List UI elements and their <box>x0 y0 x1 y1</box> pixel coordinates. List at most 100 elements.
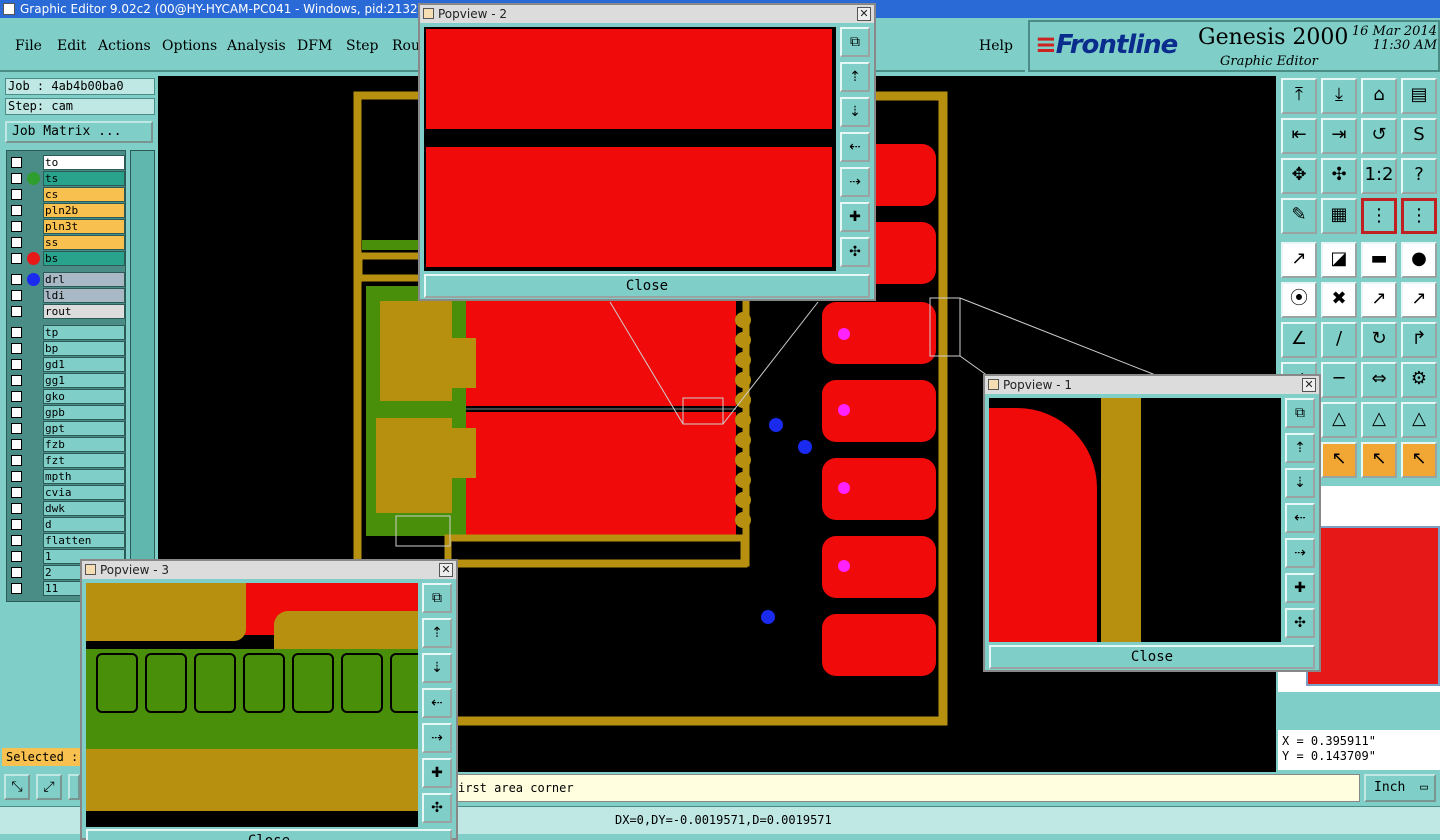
zoom-in-icon[interactable]: ✚ <box>840 202 870 232</box>
settings-icon[interactable]: ⚙ <box>1401 362 1437 398</box>
layer-row[interactable]: gpb <box>9 405 125 420</box>
popview-1-close-button[interactable]: Close <box>989 645 1315 669</box>
popview-3-view[interactable] <box>86 583 418 827</box>
layer-row[interactable]: ldi <box>9 288 125 303</box>
layer-row[interactable]: fzt <box>9 453 125 468</box>
close-icon[interactable]: ✕ <box>1302 378 1316 392</box>
layer-row[interactable]: pln3t <box>9 219 125 234</box>
layer-checkbox[interactable] <box>11 359 22 370</box>
home-icon[interactable]: ⌂ <box>1361 78 1397 114</box>
popview-1-view[interactable] <box>989 398 1281 642</box>
zoom-in-icon[interactable]: ✚ <box>422 758 452 788</box>
slash-icon[interactable]: / <box>1321 322 1357 358</box>
popview-2-window[interactable]: Popview - 2 ✕ ⧉ ⇡ ⇣ ⇠ ⇢ ✚ ✣ Close <box>418 3 876 301</box>
move-right-icon[interactable]: ⇥ <box>1321 118 1357 154</box>
triangle-alt-icon[interactable]: △ <box>1321 402 1357 438</box>
layer-checkbox[interactable] <box>11 327 22 338</box>
layer-row[interactable]: flatten <box>9 533 125 548</box>
popview-2-close-button[interactable]: Close <box>424 274 870 298</box>
connect-icon[interactable]: ↖ <box>1401 442 1437 478</box>
zoom-fit-icon[interactable]: ⧉ <box>840 27 870 57</box>
ruler-icon[interactable]: ▬ <box>1361 242 1397 278</box>
layer-checkbox[interactable] <box>11 290 22 301</box>
dot-icon[interactable]: ● <box>1401 242 1437 278</box>
zoom-in-icon[interactable]: ✚ <box>1285 573 1315 603</box>
layer-checkbox[interactable] <box>11 535 22 546</box>
pointer-alt-icon[interactable]: ↖ <box>1321 442 1357 478</box>
triangle-icon[interactable]: △ <box>1361 402 1397 438</box>
popview-1-window[interactable]: Popview - 1 ✕ ⧉ ⇡ ⇣ ⇠ ⇢ ✚ ✣ Close <box>983 374 1321 672</box>
layer-checkbox[interactable] <box>11 375 22 386</box>
line-alt-icon[interactable]: ↗ <box>1401 282 1437 318</box>
layer-checkbox[interactable] <box>11 519 22 530</box>
layer-row[interactable]: bs <box>9 251 125 266</box>
pan-down-icon[interactable]: ⇣ <box>422 653 452 683</box>
layer-checkbox[interactable] <box>11 391 22 402</box>
job-matrix-button[interactable]: Job Matrix ... <box>5 121 153 143</box>
menu-route[interactable]: Rou <box>392 38 420 54</box>
close-icon[interactable]: ✕ <box>439 563 453 577</box>
pan-icon[interactable]: ✣ <box>1321 158 1357 194</box>
popview-1-titlebar[interactable]: Popview - 1 ✕ <box>985 376 1319 394</box>
triangle-alt-icon[interactable]: △ <box>1401 402 1437 438</box>
dash-icon[interactable]: ─ <box>1321 362 1357 398</box>
layer-checkbox[interactable] <box>11 205 22 216</box>
layer-row[interactable]: cs <box>9 187 125 202</box>
layer-row[interactable]: ss <box>9 235 125 250</box>
grid-icon[interactable]: ▦ <box>1321 198 1357 234</box>
layer-row[interactable]: tp <box>9 325 125 340</box>
layer-checkbox[interactable] <box>11 487 22 498</box>
layer-row[interactable]: pln2b <box>9 203 125 218</box>
menu-dfm[interactable]: DFM <box>297 38 332 54</box>
pointer-icon[interactable]: ↖ <box>1361 442 1397 478</box>
layer-checkbox[interactable] <box>11 221 22 232</box>
layer-checkbox[interactable] <box>11 455 22 466</box>
layout-icon[interactable]: ▤ <box>1401 78 1437 114</box>
layer-row[interactable]: cvia <box>9 485 125 500</box>
layer-checkbox[interactable] <box>11 173 22 184</box>
layer-row[interactable]: gko <box>9 389 125 404</box>
layer-row[interactable]: gd1 <box>9 357 125 372</box>
zoom-out-icon[interactable]: ✣ <box>840 237 870 267</box>
layer-checkbox[interactable] <box>11 253 22 264</box>
popview-2-view[interactable] <box>424 27 836 271</box>
edit-icon[interactable]: ✎ <box>1281 198 1317 234</box>
menu-analysis[interactable]: Analysis <box>227 38 286 54</box>
help-icon[interactable]: ? <box>1401 158 1437 194</box>
popview-3-close-button[interactable]: Close <box>86 829 452 840</box>
zoom-area-icon[interactable]: ⤡ <box>4 774 30 800</box>
net-icon[interactable]: ⦿ <box>1281 282 1317 318</box>
layer-row[interactable]: rout <box>9 304 125 319</box>
layer-checkbox[interactable] <box>11 439 22 450</box>
cross-icon[interactable]: ✖ <box>1321 282 1357 318</box>
box-icon[interactable]: ◪ <box>1321 242 1357 278</box>
layer-row[interactable]: ts <box>9 171 125 186</box>
stretch-icon[interactable]: ⇔ <box>1361 362 1397 398</box>
layer-checkbox[interactable] <box>11 274 22 285</box>
layer-checkbox[interactable] <box>11 551 22 562</box>
layer-row[interactable]: gpt <box>9 421 125 436</box>
arc-icon[interactable]: ↻ <box>1361 322 1397 358</box>
menu-help[interactable]: Help <box>979 38 1013 54</box>
pan-down-icon[interactable]: ⇣ <box>840 97 870 127</box>
menu-actions[interactable]: Actions <box>98 38 151 54</box>
popview-2-titlebar[interactable]: Popview - 2 ✕ <box>420 5 874 23</box>
layer-checkbox[interactable] <box>11 157 22 168</box>
pan-up-icon[interactable]: ⇡ <box>840 62 870 92</box>
measure-icon[interactable]: ⤢ <box>36 774 62 800</box>
zoom-out-icon[interactable]: ✣ <box>1285 608 1315 638</box>
zoom-fit-icon[interactable]: ⧉ <box>1285 398 1315 428</box>
menu-options[interactable]: Options <box>162 38 217 54</box>
pan-up-icon[interactable]: ⇡ <box>422 618 452 648</box>
layer-checkbox[interactable] <box>11 583 22 594</box>
rotate-icon[interactable]: ↺ <box>1361 118 1397 154</box>
layer-checkbox[interactable] <box>11 503 22 514</box>
popview-3-window[interactable]: Popview - 3 ✕ ⧉ ⇡ ⇣ ⇠ ⇢ ✚ ✣ Close <box>80 559 458 840</box>
layer-checkbox[interactable] <box>11 237 22 248</box>
route-icon[interactable]: ↱ <box>1401 322 1437 358</box>
close-icon[interactable]: ✕ <box>857 7 871 21</box>
move-left-icon[interactable]: ⇤ <box>1281 118 1317 154</box>
layer-checkbox[interactable] <box>11 423 22 434</box>
snap-alt-icon[interactable]: ⋮ <box>1401 198 1437 234</box>
snap-icon[interactable]: ⋮ <box>1361 198 1397 234</box>
